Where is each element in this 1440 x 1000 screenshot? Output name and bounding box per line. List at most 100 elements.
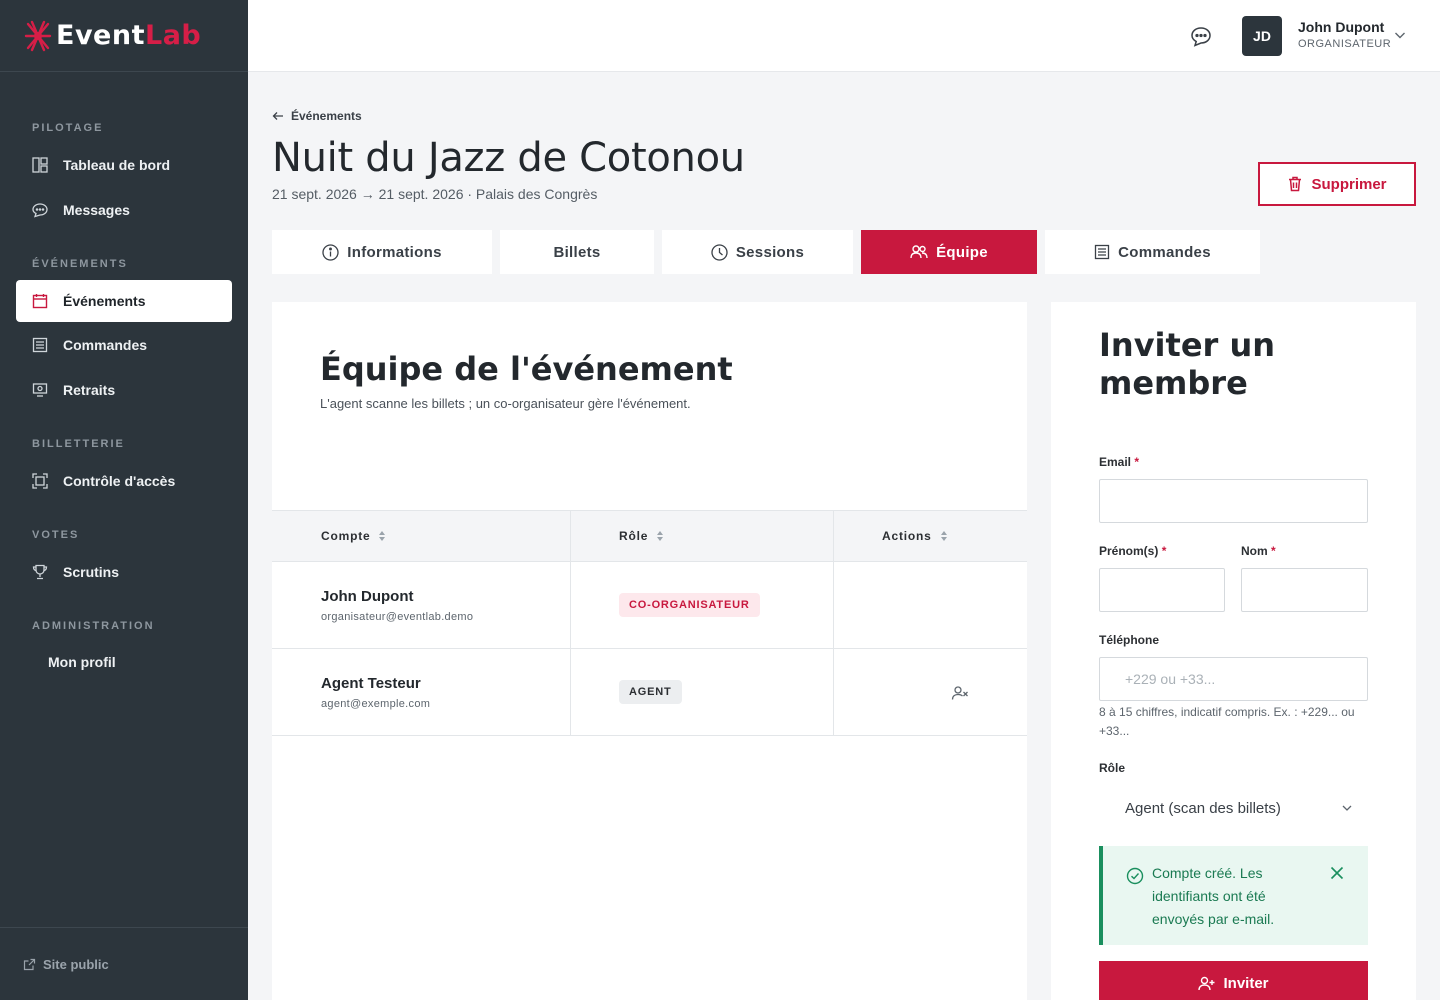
sort-icon (940, 531, 947, 541)
sidebar-item-label: Mon profil (48, 654, 116, 670)
sidebar-item-label: Contrôle d'accès (63, 473, 176, 489)
column-header-actions[interactable]: Actions (882, 511, 948, 561)
tab-equipe[interactable]: Équipe (861, 230, 1037, 274)
role-badge: AGENT (619, 680, 682, 704)
phone-field[interactable]: +229 ou +33... (1099, 657, 1368, 701)
nav-section-administration: ADMINISTRATION (32, 620, 155, 632)
sidebar-item-controle-acces[interactable]: Contrôle d'accès (16, 460, 232, 502)
tab-sessions[interactable]: Sessions (662, 230, 853, 274)
trophy-icon (32, 564, 48, 580)
eventlab-logo-icon (24, 20, 52, 51)
sidebar-item-label: Tableau de bord (63, 157, 171, 173)
account-email: agent@exemple.com (321, 698, 431, 710)
firstname-field[interactable] (1099, 568, 1225, 612)
dashboard-icon (32, 157, 48, 173)
lastname-field[interactable] (1241, 568, 1368, 612)
invite-title: Inviter un membre (1099, 326, 1275, 402)
arrow-left-icon (272, 112, 283, 120)
external-link-icon (23, 958, 36, 970)
list-icon (1094, 244, 1110, 260)
invite-button-label: Inviter (1223, 974, 1269, 992)
page-title: Nuit du Jazz de Cotonou (272, 135, 745, 181)
email-field[interactable] (1099, 479, 1368, 523)
site-public-label: Site public (43, 956, 109, 972)
lastname-label: Nom * (1241, 544, 1276, 558)
trash-icon (1289, 176, 1302, 192)
user-name[interactable]: John Dupont (1298, 19, 1384, 35)
tab-label: Sessions (735, 243, 805, 261)
nav-section-billetterie: BILLETTERIE (32, 438, 125, 450)
role-badge: CO-ORGANISATEUR (619, 593, 760, 617)
nav-section-evenements: ÉVÉNEMENTS (32, 258, 128, 270)
role-select[interactable]: Agent (scan des billets) (1099, 790, 1367, 826)
site-public-link[interactable]: Site public (0, 927, 248, 1000)
chevron-down-icon[interactable] (1393, 28, 1407, 42)
tab-label: Billets (553, 243, 601, 261)
info-icon (322, 243, 339, 261)
column-label: Actions (882, 529, 932, 543)
close-icon[interactable] (1330, 866, 1344, 880)
user-plus-icon (1198, 976, 1215, 990)
invite-button[interactable]: Inviter (1099, 961, 1368, 1000)
messages-icon[interactable] (1190, 26, 1212, 48)
delete-button-label: Supprimer (1311, 175, 1387, 193)
user-role: ORGANISATEUR (1298, 38, 1392, 50)
withdraw-icon (32, 382, 48, 398)
sidebar-item-retraits[interactable]: Retraits (16, 369, 232, 411)
tab-commandes[interactable]: Commandes (1045, 230, 1260, 274)
invite-card: Inviter un membre Email * Prénom(s) * No… (1051, 302, 1416, 1000)
column-label: Compte (321, 529, 371, 543)
email-label: Email * (1099, 455, 1140, 469)
column-divider (570, 510, 571, 736)
page-subtitle: 21 sept. 2026 → 21 sept. 2026 · Palais d… (272, 186, 598, 202)
role-select-value: Agent (scan des billets) (1125, 799, 1281, 817)
nav-section-votes: VOTES (32, 529, 80, 541)
remove-member-icon[interactable] (951, 684, 969, 702)
team-subtitle: L'agent scanne les billets ; un co-organ… (320, 396, 691, 411)
account-name: John Dupont (321, 588, 414, 605)
sort-icon (657, 531, 664, 541)
column-divider (833, 510, 834, 736)
sidebar-item-mon-profil[interactable]: Mon profil (16, 641, 232, 683)
scan-icon (32, 473, 48, 489)
sidebar: EventLab PILOTAGE Tableau de bord Messag… (0, 0, 248, 1000)
sidebar-item-dashboard[interactable]: Tableau de bord (16, 144, 232, 186)
tab-label: Équipe (936, 243, 988, 261)
sidebar-item-commandes[interactable]: Commandes (16, 324, 232, 366)
team-icon (910, 245, 928, 259)
alert-message: Compte créé. Les identifiants ont été en… (1152, 865, 1275, 927)
sidebar-item-label: Commandes (63, 337, 148, 353)
sidebar-item-label: Scrutins (63, 564, 120, 580)
tab-informations[interactable]: Informations (272, 230, 492, 274)
delete-button[interactable]: Supprimer (1258, 162, 1416, 206)
team-card: Équipe de l'événement L'agent scanne les… (272, 302, 1027, 1000)
tab-billets[interactable]: Billets (500, 230, 654, 274)
brand-logo[interactable]: EventLab (0, 0, 248, 72)
firstname-label: Prénom(s) * (1099, 544, 1167, 558)
success-alert: Compte créé. Les identifiants ont été en… (1099, 846, 1368, 945)
sidebar-item-label: Messages (63, 202, 130, 218)
phone-label: Téléphone (1099, 633, 1160, 647)
sidebar-item-label: Événements (63, 293, 146, 309)
phone-placeholder: +229 ou +33... (1125, 671, 1216, 687)
role-label: Rôle (1099, 761, 1126, 775)
avatar[interactable]: JD (1242, 16, 1282, 56)
brand-name: EventLab (56, 20, 202, 51)
account-email: organisateur@eventlab.demo (321, 611, 474, 623)
topbar: JD John Dupont ORGANISATEUR (248, 0, 1440, 72)
chevron-down-icon (1342, 805, 1352, 811)
column-header-compte[interactable]: Compte (321, 511, 386, 561)
sidebar-item-evenements[interactable]: Événements (16, 280, 232, 322)
nav-section-pilotage: PILOTAGE (32, 122, 104, 134)
calendar-icon (32, 293, 48, 309)
list-icon (32, 337, 48, 353)
clock-icon (711, 243, 728, 261)
sidebar-item-messages[interactable]: Messages (16, 189, 232, 231)
table-header: Compte Rôle Actions (272, 510, 1027, 562)
sidebar-item-scrutins[interactable]: Scrutins (16, 551, 232, 593)
check-circle-icon (1126, 867, 1144, 885)
back-link-label: Événements (291, 109, 362, 123)
sort-icon (379, 531, 386, 541)
column-header-role[interactable]: Rôle (619, 511, 664, 561)
back-link[interactable]: Événements (272, 109, 362, 123)
